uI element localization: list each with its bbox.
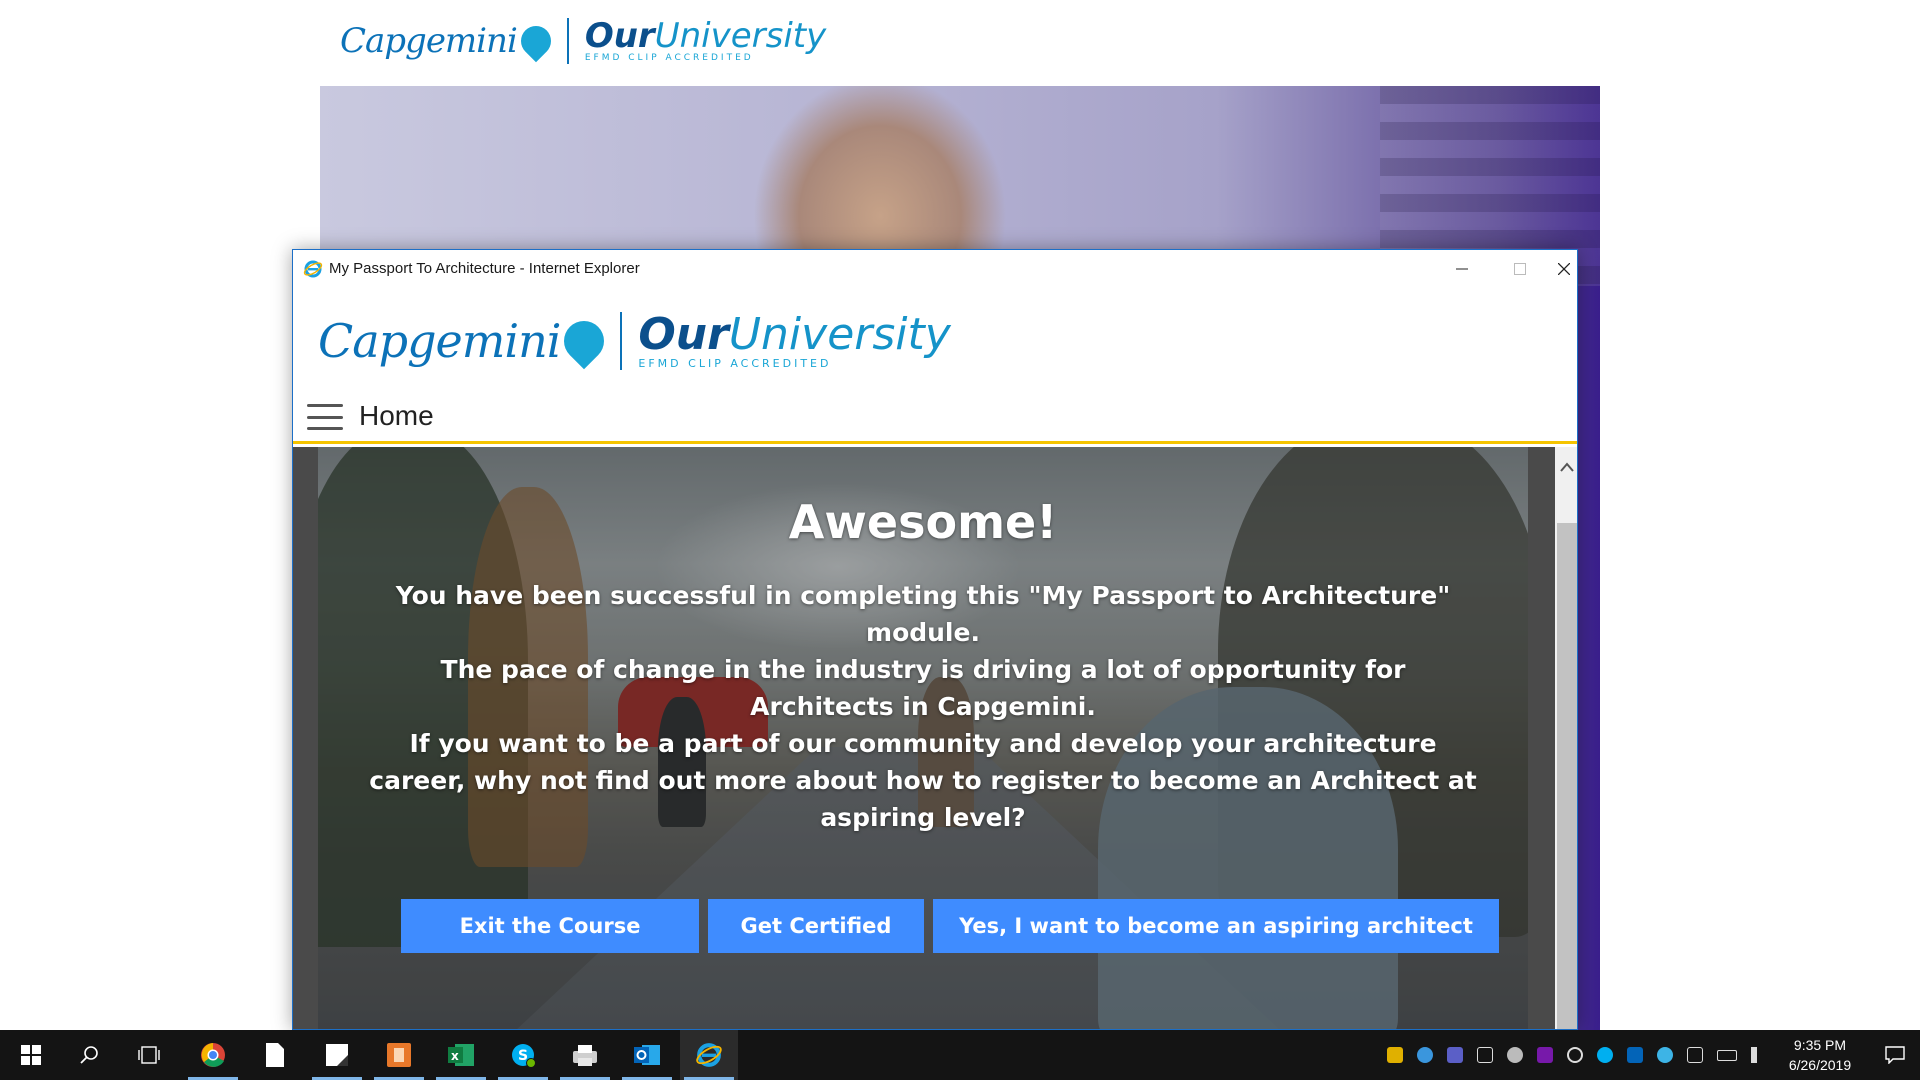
minimize-button[interactable]	[1433, 250, 1491, 288]
search-icon	[80, 1046, 98, 1064]
start-icon	[21, 1045, 41, 1065]
internet-explorer-taskbar-button[interactable]	[680, 1030, 738, 1080]
close-button[interactable]	[1549, 250, 1577, 288]
capgemini-wordmark: Capgemini	[318, 314, 561, 368]
get-certified-button[interactable]: Get Certified	[708, 899, 924, 953]
onenote-icon[interactable]	[1537, 1047, 1553, 1063]
window-titlebar[interactable]: My Passport To Architecture - Internet E…	[293, 250, 1577, 288]
close-icon	[1558, 263, 1570, 275]
search-button[interactable]	[60, 1030, 118, 1080]
action-center-button[interactable]	[1870, 1030, 1920, 1080]
excel-icon: x	[448, 1044, 474, 1066]
window-icon[interactable]	[1477, 1047, 1493, 1063]
onedrive-icon[interactable]	[1417, 1047, 1433, 1063]
printer-icon	[573, 1045, 597, 1066]
our-university-wordmark: OurUniversity	[638, 308, 951, 360]
logo-separator	[620, 312, 623, 370]
capgemini-wordmark: Capgemini	[340, 21, 518, 61]
chevron-up-icon	[1560, 462, 1574, 472]
internet-explorer-icon	[303, 260, 323, 278]
outlook-tray-icon[interactable]	[1627, 1047, 1643, 1063]
lock-icon[interactable]	[1507, 1047, 1523, 1063]
maximize-button[interactable]	[1491, 250, 1549, 288]
skype-icon: S	[512, 1044, 536, 1068]
scroll-up-button[interactable]	[1555, 447, 1577, 487]
become-aspiring-architect-button[interactable]: Yes, I want to become an aspiring archit…	[933, 899, 1499, 953]
taskbar-clock[interactable]: 9:35 PM 6/26/2019	[1770, 1035, 1870, 1075]
notes-taskbar-button[interactable]	[308, 1030, 366, 1080]
completion-hero: Awesome! You have been successful in com…	[318, 447, 1528, 1029]
window-title: My Passport To Architecture - Internet E…	[329, 260, 640, 277]
capgemini-spade-icon	[556, 312, 613, 370]
maximize-icon	[1514, 263, 1526, 275]
svg-text:x: x	[451, 1049, 459, 1063]
network-icon[interactable]	[1687, 1047, 1703, 1063]
capgemini-our-university-logo: Capgemini OurUniversity EFMD CLIP ACCRED…	[340, 18, 826, 64]
completion-line-3: If you want to be a part of our communit…	[369, 729, 1477, 832]
battery-icon[interactable]	[1717, 1049, 1737, 1061]
ie-window: My Passport To Architecture - Internet E…	[292, 249, 1578, 1030]
our-university-wordmark: OurUniversity	[584, 16, 827, 56]
notes-icon	[326, 1044, 348, 1066]
capgemini-spade-icon	[514, 19, 558, 63]
efmd-accreditation: EFMD CLIP ACCREDITED	[638, 356, 832, 370]
clock-time: 9:35 PM	[1793, 1037, 1847, 1053]
file-taskbar-button[interactable]	[246, 1030, 304, 1080]
internet-explorer-icon	[696, 1043, 722, 1067]
powerpoint-taskbar-button[interactable]	[370, 1030, 428, 1080]
chrome-icon	[201, 1043, 225, 1067]
shield-icon[interactable]	[1387, 1047, 1403, 1063]
volume-icon[interactable]	[1751, 1047, 1761, 1063]
scroll-thumb[interactable]	[1557, 523, 1577, 1029]
background-page-header: Capgemini OurUniversity EFMD CLIP ACCRED…	[0, 0, 1920, 86]
outlook-icon	[634, 1045, 660, 1065]
content-area: Awesome! You have been successful in com…	[293, 447, 1555, 1029]
task-view-button[interactable]	[120, 1030, 178, 1080]
task-view-icon	[138, 1046, 160, 1064]
completion-line-1: You have been successful in completing t…	[395, 581, 1451, 647]
excel-taskbar-button[interactable]: x	[432, 1030, 490, 1080]
outlook-taskbar-button[interactable]	[618, 1030, 676, 1080]
efmd-accreditation: EFMD CLIP ACCREDITED	[584, 53, 754, 63]
exit-course-button[interactable]: Exit the Course	[401, 899, 699, 953]
navigation-bar: Home	[293, 388, 1577, 444]
start-button[interactable]	[2, 1030, 60, 1080]
powerpoint-icon	[387, 1043, 411, 1067]
skype-tray-icon[interactable]	[1597, 1047, 1613, 1063]
file-icon	[266, 1043, 284, 1067]
system-tray	[1380, 1030, 1768, 1080]
notification-icon	[1885, 1046, 1905, 1064]
minimize-icon	[1456, 268, 1468, 270]
clock-date: 6/26/2019	[1788, 1057, 1852, 1073]
completion-heading: Awesome!	[788, 495, 1058, 549]
sync-icon[interactable]	[1567, 1047, 1583, 1063]
skype-taskbar-button[interactable]: S	[494, 1030, 552, 1080]
capgemini-our-university-logo[interactable]: Capgemini OurUniversity EFMD CLIP ACCRED…	[318, 312, 951, 370]
logo-separator	[566, 18, 569, 64]
windows-taskbar: x S 9:35 PM 6/26/2019	[0, 1030, 1920, 1080]
hamburger-menu-icon[interactable]	[307, 404, 343, 430]
teams-icon[interactable]	[1447, 1047, 1463, 1063]
page-title: Home	[359, 400, 434, 431]
settings-icon[interactable]	[1657, 1047, 1673, 1063]
completion-line-2: The pace of change in the industry is dr…	[440, 655, 1406, 721]
chrome-taskbar-button[interactable]	[184, 1030, 242, 1080]
printer-taskbar-button[interactable]	[556, 1030, 614, 1080]
vertical-scrollbar[interactable]	[1555, 447, 1577, 1029]
